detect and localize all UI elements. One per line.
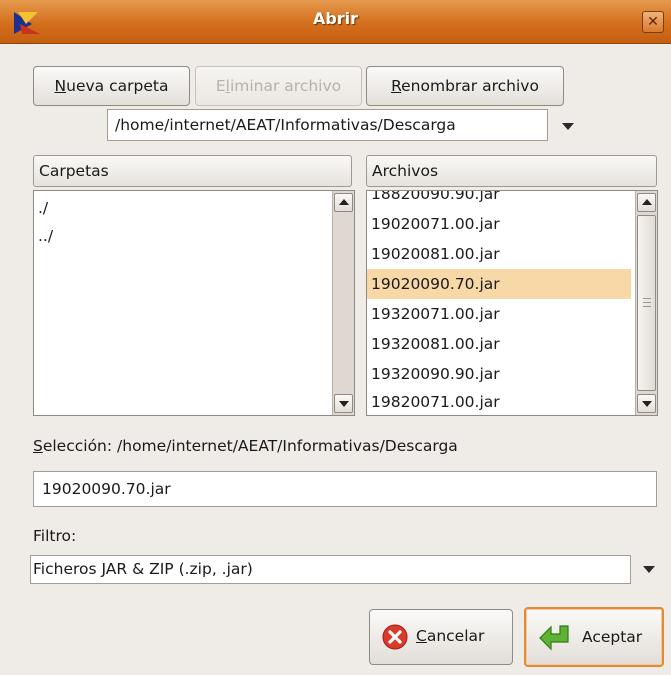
selection-mnemonic: S	[33, 437, 43, 455]
new-folder-mnemonic: N	[54, 77, 67, 95]
rename-file-mnemonic: R	[391, 77, 402, 95]
scroll-down-icon	[642, 401, 652, 407]
filter-label: Filtro:	[33, 527, 77, 545]
cancel-label-rest: ancelar	[426, 627, 485, 645]
cancel-icon	[382, 624, 408, 650]
files-scroll-thumb[interactable]	[637, 215, 656, 391]
files-scrollbar[interactable]	[635, 191, 657, 415]
accept-label: Aceptar	[582, 628, 643, 646]
files-scroll-up-button[interactable]	[637, 193, 656, 212]
file-item[interactable]: 19320090.90.jar	[367, 359, 631, 389]
cancel-button[interactable]: Cancelar	[369, 609, 513, 665]
cancel-mnemonic: C	[416, 627, 427, 645]
folder-item[interactable]: ../	[34, 221, 330, 251]
files-list[interactable]: 18820090.90.jar 19020071.00.jar 19020081…	[366, 190, 658, 416]
directory-path-value: /home/internet/AEAT/Informativas/Descarg…	[115, 116, 456, 134]
new-folder-label: ueva carpeta	[66, 77, 169, 95]
delete-file-button[interactable]: Eliminar archivo	[195, 66, 362, 106]
filter-dropdown-arrow-icon[interactable]	[643, 566, 655, 573]
folders-scroll-up-button[interactable]	[334, 193, 353, 212]
folders-header: Carpetas	[33, 155, 352, 187]
accept-button[interactable]: Aceptar	[524, 607, 664, 667]
folders-header-label: Carpetas	[39, 162, 109, 180]
new-folder-button[interactable]: Nueva carpeta	[33, 66, 190, 106]
folders-list[interactable]: ./ ../	[33, 190, 355, 416]
folders-scrollbar[interactable]	[332, 191, 354, 415]
file-item[interactable]: 19320071.00.jar	[367, 299, 631, 329]
rename-file-label: enombrar archivo	[401, 77, 539, 95]
file-item-selected[interactable]: 19020090.70.jar	[367, 269, 631, 299]
close-icon: ✕	[647, 14, 659, 30]
selection-path: elección: /home/internet/AEAT/Informativ…	[42, 437, 458, 455]
files-header: Archivos	[366, 155, 657, 187]
delete-file-label: iminar archivo	[229, 77, 342, 95]
path-dropdown-arrow-icon[interactable]	[562, 123, 574, 130]
scroll-down-icon	[339, 401, 349, 407]
folders-scroll-down-button[interactable]	[334, 394, 353, 413]
delete-file-label-start: E	[215, 77, 226, 95]
selection-input[interactable]: 19020090.70.jar	[33, 471, 657, 507]
file-item[interactable]: 19320081.00.jar	[367, 329, 631, 359]
filter-value: Ficheros JAR & ZIP (.zip, .jar)	[33, 560, 253, 578]
scroll-up-icon	[642, 199, 652, 205]
grip-line	[643, 306, 651, 307]
selection-input-value: 19020090.70.jar	[42, 480, 171, 498]
files-header-label: Archivos	[372, 162, 439, 180]
rename-file-button[interactable]: Renombrar archivo	[366, 66, 564, 106]
files-scroll-down-button[interactable]	[637, 394, 656, 413]
scroll-up-icon	[339, 199, 349, 205]
enter-arrow-icon	[539, 625, 569, 651]
folder-item[interactable]: ./	[34, 193, 330, 223]
window-title: Abrir	[312, 9, 359, 28]
filter-combo[interactable]: Ficheros JAR & ZIP (.zip, .jar)	[30, 555, 631, 584]
title-bar: Abrir ✕	[0, 0, 671, 44]
directory-path-combo[interactable]: /home/internet/AEAT/Informativas/Descarg…	[107, 109, 548, 141]
close-button[interactable]: ✕	[642, 11, 664, 33]
grip-line	[643, 302, 651, 303]
file-item[interactable]: 19020071.00.jar	[367, 209, 631, 239]
file-item[interactable]: 19820071.00.jar	[367, 387, 631, 415]
grip-line	[643, 298, 651, 299]
file-item[interactable]: 19020081.00.jar	[367, 239, 631, 269]
file-item-partial[interactable]: 18820090.90.jar	[367, 191, 631, 209]
cancel-label: Cancelar	[416, 627, 484, 645]
selection-label: Selección: /home/internet/AEAT/Informati…	[33, 437, 458, 455]
